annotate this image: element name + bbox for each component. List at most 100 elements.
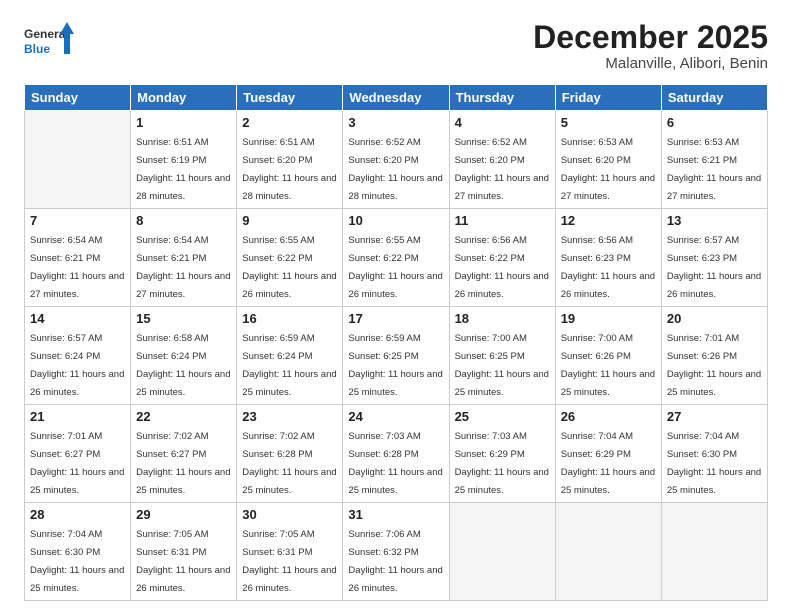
page: General Blue December 2025 Malanville, A…: [0, 0, 792, 612]
day-info: Sunrise: 6:56 AMSunset: 6:23 PMDaylight:…: [561, 235, 655, 300]
calendar-day-cell: 15 Sunrise: 6:58 AMSunset: 6:24 PMDaylig…: [131, 307, 237, 405]
month-year-title: December 2025: [533, 20, 768, 55]
day-info: Sunrise: 7:02 AMSunset: 6:28 PMDaylight:…: [242, 431, 336, 496]
day-info: Sunrise: 6:57 AMSunset: 6:23 PMDaylight:…: [667, 235, 761, 300]
day-info: Sunrise: 6:52 AMSunset: 6:20 PMDaylight:…: [348, 137, 442, 202]
day-info: Sunrise: 6:54 AMSunset: 6:21 PMDaylight:…: [136, 235, 230, 300]
header-sunday: Sunday: [25, 85, 131, 111]
day-number: 26: [561, 409, 656, 424]
calendar-day-cell: 17 Sunrise: 6:59 AMSunset: 6:25 PMDaylig…: [343, 307, 449, 405]
day-number: 25: [455, 409, 550, 424]
header: General Blue December 2025 Malanville, A…: [24, 20, 768, 72]
calendar-day-cell: 10 Sunrise: 6:55 AMSunset: 6:22 PMDaylig…: [343, 209, 449, 307]
day-info: Sunrise: 6:53 AMSunset: 6:21 PMDaylight:…: [667, 137, 761, 202]
day-number: 30: [242, 507, 337, 522]
day-info: Sunrise: 6:58 AMSunset: 6:24 PMDaylight:…: [136, 333, 230, 398]
header-tuesday: Tuesday: [237, 85, 343, 111]
header-wednesday: Wednesday: [343, 85, 449, 111]
calendar-table: Sunday Monday Tuesday Wednesday Thursday…: [24, 84, 768, 601]
header-monday: Monday: [131, 85, 237, 111]
day-info: Sunrise: 6:59 AMSunset: 6:25 PMDaylight:…: [348, 333, 442, 398]
calendar-day-cell: 9 Sunrise: 6:55 AMSunset: 6:22 PMDayligh…: [237, 209, 343, 307]
calendar-day-cell: 29 Sunrise: 7:05 AMSunset: 6:31 PMDaylig…: [131, 503, 237, 601]
calendar-week-row: 14 Sunrise: 6:57 AMSunset: 6:24 PMDaylig…: [25, 307, 768, 405]
calendar-day-cell: 25 Sunrise: 7:03 AMSunset: 6:29 PMDaylig…: [449, 405, 555, 503]
calendar-day-cell: [25, 111, 131, 209]
day-number: 3: [348, 115, 443, 130]
day-number: 16: [242, 311, 337, 326]
day-number: 11: [455, 213, 550, 228]
day-number: 2: [242, 115, 337, 130]
day-info: Sunrise: 6:55 AMSunset: 6:22 PMDaylight:…: [242, 235, 336, 300]
day-number: 13: [667, 213, 762, 228]
day-number: 18: [455, 311, 550, 326]
calendar-day-cell: 1 Sunrise: 6:51 AMSunset: 6:19 PMDayligh…: [131, 111, 237, 209]
calendar-day-cell: 11 Sunrise: 6:56 AMSunset: 6:22 PMDaylig…: [449, 209, 555, 307]
day-info: Sunrise: 6:51 AMSunset: 6:19 PMDaylight:…: [136, 137, 230, 202]
calendar-day-cell: 26 Sunrise: 7:04 AMSunset: 6:29 PMDaylig…: [555, 405, 661, 503]
day-number: 6: [667, 115, 762, 130]
header-thursday: Thursday: [449, 85, 555, 111]
day-info: Sunrise: 7:03 AMSunset: 6:29 PMDaylight:…: [455, 431, 549, 496]
title-block: December 2025 Malanville, Alibori, Benin: [533, 20, 768, 72]
calendar-day-cell: 18 Sunrise: 7:00 AMSunset: 6:25 PMDaylig…: [449, 307, 555, 405]
calendar-day-cell: 21 Sunrise: 7:01 AMSunset: 6:27 PMDaylig…: [25, 405, 131, 503]
calendar-day-cell: 4 Sunrise: 6:52 AMSunset: 6:20 PMDayligh…: [449, 111, 555, 209]
location-subtitle: Malanville, Alibori, Benin: [533, 55, 768, 72]
calendar-day-cell: 23 Sunrise: 7:02 AMSunset: 6:28 PMDaylig…: [237, 405, 343, 503]
logo: General Blue: [24, 20, 74, 62]
day-info: Sunrise: 6:56 AMSunset: 6:22 PMDaylight:…: [455, 235, 549, 300]
day-info: Sunrise: 7:02 AMSunset: 6:27 PMDaylight:…: [136, 431, 230, 496]
day-number: 23: [242, 409, 337, 424]
calendar-day-cell: 3 Sunrise: 6:52 AMSunset: 6:20 PMDayligh…: [343, 111, 449, 209]
day-number: 1: [136, 115, 231, 130]
day-number: 9: [242, 213, 337, 228]
logo-svg: General Blue: [24, 20, 74, 62]
calendar-day-cell: 20 Sunrise: 7:01 AMSunset: 6:26 PMDaylig…: [661, 307, 767, 405]
day-number: 22: [136, 409, 231, 424]
day-number: 15: [136, 311, 231, 326]
day-info: Sunrise: 7:04 AMSunset: 6:30 PMDaylight:…: [667, 431, 761, 496]
day-number: 12: [561, 213, 656, 228]
day-number: 20: [667, 311, 762, 326]
weekday-header-row: Sunday Monday Tuesday Wednesday Thursday…: [25, 85, 768, 111]
calendar-week-row: 21 Sunrise: 7:01 AMSunset: 6:27 PMDaylig…: [25, 405, 768, 503]
calendar-day-cell: 22 Sunrise: 7:02 AMSunset: 6:27 PMDaylig…: [131, 405, 237, 503]
day-info: Sunrise: 7:01 AMSunset: 6:27 PMDaylight:…: [30, 431, 124, 496]
day-number: 19: [561, 311, 656, 326]
calendar-day-cell: 8 Sunrise: 6:54 AMSunset: 6:21 PMDayligh…: [131, 209, 237, 307]
day-number: 14: [30, 311, 125, 326]
calendar-day-cell: 14 Sunrise: 6:57 AMSunset: 6:24 PMDaylig…: [25, 307, 131, 405]
calendar-day-cell: 27 Sunrise: 7:04 AMSunset: 6:30 PMDaylig…: [661, 405, 767, 503]
day-info: Sunrise: 7:01 AMSunset: 6:26 PMDaylight:…: [667, 333, 761, 398]
calendar-day-cell: 2 Sunrise: 6:51 AMSunset: 6:20 PMDayligh…: [237, 111, 343, 209]
calendar-day-cell: [449, 503, 555, 601]
calendar-day-cell: 12 Sunrise: 6:56 AMSunset: 6:23 PMDaylig…: [555, 209, 661, 307]
day-info: Sunrise: 7:04 AMSunset: 6:29 PMDaylight:…: [561, 431, 655, 496]
day-info: Sunrise: 7:05 AMSunset: 6:31 PMDaylight:…: [242, 529, 336, 594]
day-info: Sunrise: 6:55 AMSunset: 6:22 PMDaylight:…: [348, 235, 442, 300]
day-number: 24: [348, 409, 443, 424]
day-number: 10: [348, 213, 443, 228]
day-number: 31: [348, 507, 443, 522]
calendar-day-cell: 13 Sunrise: 6:57 AMSunset: 6:23 PMDaylig…: [661, 209, 767, 307]
day-info: Sunrise: 7:03 AMSunset: 6:28 PMDaylight:…: [348, 431, 442, 496]
day-info: Sunrise: 6:53 AMSunset: 6:20 PMDaylight:…: [561, 137, 655, 202]
day-number: 29: [136, 507, 231, 522]
calendar-week-row: 28 Sunrise: 7:04 AMSunset: 6:30 PMDaylig…: [25, 503, 768, 601]
day-number: 27: [667, 409, 762, 424]
day-number: 7: [30, 213, 125, 228]
day-info: Sunrise: 6:57 AMSunset: 6:24 PMDaylight:…: [30, 333, 124, 398]
day-info: Sunrise: 7:06 AMSunset: 6:32 PMDaylight:…: [348, 529, 442, 594]
day-info: Sunrise: 7:05 AMSunset: 6:31 PMDaylight:…: [136, 529, 230, 594]
day-info: Sunrise: 6:54 AMSunset: 6:21 PMDaylight:…: [30, 235, 124, 300]
calendar-week-row: 1 Sunrise: 6:51 AMSunset: 6:19 PMDayligh…: [25, 111, 768, 209]
day-number: 8: [136, 213, 231, 228]
day-number: 5: [561, 115, 656, 130]
calendar-day-cell: 30 Sunrise: 7:05 AMSunset: 6:31 PMDaylig…: [237, 503, 343, 601]
calendar-day-cell: [661, 503, 767, 601]
day-info: Sunrise: 7:00 AMSunset: 6:26 PMDaylight:…: [561, 333, 655, 398]
day-number: 28: [30, 507, 125, 522]
calendar-day-cell: 5 Sunrise: 6:53 AMSunset: 6:20 PMDayligh…: [555, 111, 661, 209]
calendar-day-cell: 28 Sunrise: 7:04 AMSunset: 6:30 PMDaylig…: [25, 503, 131, 601]
